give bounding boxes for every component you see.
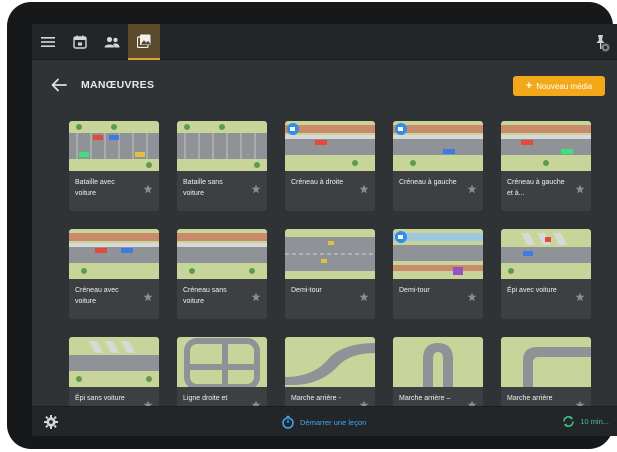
media-card[interactable]: Bataille avec voiture xyxy=(69,121,159,211)
media-thumbnail xyxy=(393,229,483,279)
media-thumbnail xyxy=(285,121,375,171)
students-tab[interactable] xyxy=(96,24,128,60)
media-thumbnail xyxy=(501,337,591,387)
media-card[interactable]: Créneau à gauche et à... xyxy=(501,121,591,211)
media-thumbnail xyxy=(69,229,159,279)
media-thumbnail xyxy=(69,337,159,387)
media-label: Créneau sans voiture xyxy=(183,287,227,305)
bottom-toolbar: Démarrer une leçon 10 min... xyxy=(32,406,617,436)
gear-icon[interactable] xyxy=(44,415,58,429)
star-icon[interactable] xyxy=(251,292,261,302)
pin-icon[interactable] xyxy=(590,32,612,54)
media-label: Marche arrière - xyxy=(291,395,341,402)
media-label: Créneau à gauche et à... xyxy=(507,179,565,197)
start-lesson-button[interactable]: Démarrer une leçon xyxy=(281,415,366,429)
tablet-frame: MANŒUVRES + Nouveau média Bataille avec … xyxy=(7,2,617,449)
top-toolbar xyxy=(32,24,617,60)
start-lesson-label: Démarrer une leçon xyxy=(300,417,367,427)
media-label: Épi avec voiture xyxy=(507,287,557,294)
media-card[interactable]: Créneau à gauche xyxy=(393,121,483,211)
media-card[interactable]: Créneau avec voiture xyxy=(69,229,159,319)
new-media-label: Nouveau média xyxy=(536,81,593,91)
star-icon[interactable] xyxy=(359,292,369,302)
media-thumbnail xyxy=(501,229,591,279)
arrow-left-icon[interactable] xyxy=(50,77,68,93)
media-label: Épi sans voiture xyxy=(75,395,125,402)
media-label: Marche arrière – xyxy=(399,395,451,402)
star-icon[interactable] xyxy=(467,184,477,194)
calendar-icon xyxy=(73,35,87,49)
media-library-tab[interactable] xyxy=(128,24,160,60)
media-thumbnail xyxy=(285,229,375,279)
media-label: Demi-tour xyxy=(399,287,430,294)
media-card[interactable]: Demi-tour xyxy=(285,229,375,319)
media-label: Bataille avec voiture xyxy=(75,179,115,197)
media-label: Bataille sans voiture xyxy=(183,179,223,197)
star-icon[interactable] xyxy=(575,184,585,194)
star-icon[interactable] xyxy=(143,292,153,302)
menu-icon xyxy=(41,37,55,47)
new-media-button[interactable]: + Nouveau média xyxy=(513,76,605,96)
star-icon[interactable] xyxy=(575,292,585,302)
media-library-icon xyxy=(137,34,151,48)
star-icon[interactable] xyxy=(467,292,477,302)
page-title: MANŒUVRES xyxy=(81,79,155,91)
app-screen: MANŒUVRES + Nouveau média Bataille avec … xyxy=(32,24,617,436)
star-icon[interactable] xyxy=(143,184,153,194)
media-label: Marche arrière xyxy=(507,395,553,402)
page-header: MANŒUVRES xyxy=(50,74,154,96)
plus-icon: + xyxy=(525,79,533,92)
media-thumbnail xyxy=(393,121,483,171)
media-card[interactable]: Épi avec voiture xyxy=(501,229,591,319)
media-card[interactable]: Bataille sans voiture xyxy=(177,121,267,211)
media-card[interactable]: Demi-tour xyxy=(393,229,483,319)
media-thumbnail xyxy=(501,121,591,171)
sync-label: 10 min... xyxy=(580,417,609,426)
media-card[interactable]: Créneau à droite xyxy=(285,121,375,211)
media-label: Créneau à gauche xyxy=(399,179,457,186)
media-thumbnail xyxy=(177,337,267,387)
menu-button[interactable] xyxy=(32,24,64,60)
star-icon[interactable] xyxy=(359,184,369,194)
calendar-tab[interactable] xyxy=(64,24,96,60)
media-label: Demi-tour xyxy=(291,287,322,294)
media-thumbnail xyxy=(177,121,267,171)
users-icon xyxy=(104,36,120,48)
stopwatch-icon xyxy=(282,415,294,429)
star-icon[interactable] xyxy=(251,184,261,194)
sync-status[interactable]: 10 min... xyxy=(562,415,609,428)
media-label: Créneau avec voiture xyxy=(75,287,119,305)
media-thumbnail xyxy=(69,121,159,171)
media-label: Créneau à droite xyxy=(291,179,344,186)
media-thumbnail xyxy=(285,337,375,387)
media-card[interactable]: Créneau sans voiture xyxy=(177,229,267,319)
media-thumbnail xyxy=(177,229,267,279)
media-label: Ligne droite et xyxy=(183,395,228,402)
media-thumbnail xyxy=(393,337,483,387)
sync-icon xyxy=(563,416,574,427)
